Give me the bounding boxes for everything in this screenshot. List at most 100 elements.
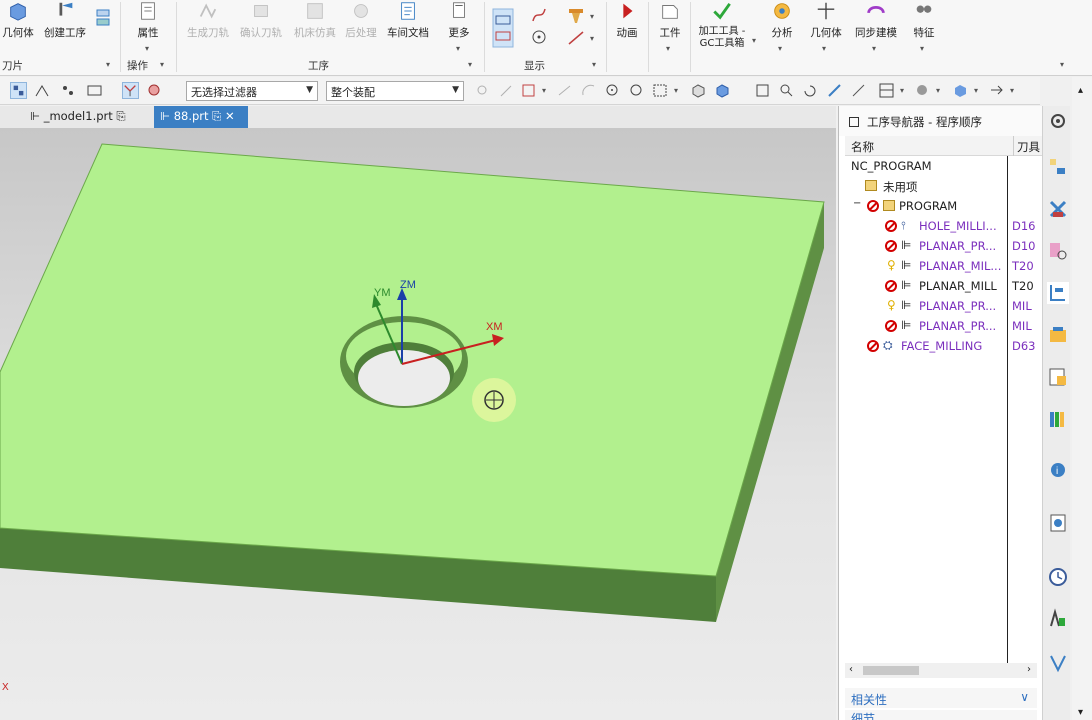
machine-tool-view-icon[interactable] <box>1047 198 1069 220</box>
more-dropdown-icon[interactable]: ▾ <box>456 44 460 53</box>
orient-icon[interactable] <box>988 82 1005 99</box>
geometry2-dropdown-icon[interactable]: ▾ <box>822 44 826 53</box>
layout-icon[interactable] <box>878 82 895 99</box>
tool-display-dropdown-icon[interactable]: ▾ <box>590 12 594 21</box>
program-order-view-icon[interactable] <box>1047 156 1069 178</box>
close-icon[interactable]: ✕ <box>225 109 235 123</box>
ribbon-expand-icon[interactable]: ▾ <box>1060 60 1064 69</box>
chevron-left-icon[interactable]: ‹ <box>849 664 853 675</box>
snap-point-icon[interactable] <box>520 82 537 99</box>
column-name-header[interactable]: 名称 <box>851 139 874 155</box>
snap-arc-icon[interactable] <box>580 82 597 99</box>
zoom-icon[interactable] <box>778 82 795 99</box>
scrollbar-thumb[interactable] <box>863 666 919 675</box>
gc-toolbox-dropdown-icon[interactable]: ▾ <box>752 36 756 45</box>
column-tool-header[interactable]: 刀具 <box>1017 139 1043 155</box>
tree-row-op-1[interactable]: ⫯ HOLE_MILLI... D16 <box>845 216 1043 236</box>
graphics-viewport[interactable]: ZM YM XM X <box>0 128 836 720</box>
tree-row-program[interactable]: − PROGRAM <box>845 196 1043 216</box>
display-mode-stack-icon[interactable] <box>492 8 514 48</box>
tab-88[interactable]: ⊩ 88.prt ⎘ ✕ <box>154 106 248 128</box>
group-process-expand-icon[interactable]: ▾ <box>468 60 472 69</box>
snap-icon[interactable] <box>474 82 491 99</box>
select-body-icon[interactable] <box>86 82 103 99</box>
select-feature-icon[interactable] <box>10 82 27 99</box>
fit-view-icon[interactable] <box>754 82 771 99</box>
shop-documentation-button[interactable]: 车间文档 <box>384 0 432 58</box>
generate-toolpath-button[interactable]: 生成刀轨 <box>184 0 232 58</box>
chevron-down-icon[interactable]: ▾ <box>1078 707 1083 718</box>
geometry-button[interactable]: 几何体 <box>0 0 36 58</box>
role-icon[interactable] <box>1047 652 1069 674</box>
snap-center-icon[interactable] <box>604 82 621 99</box>
tree-row-op-4[interactable]: ⊫ PLANAR_MILL T20 <box>845 276 1043 296</box>
history-clock-icon[interactable] <box>1047 566 1069 588</box>
group-insert-expand-icon[interactable]: ▾ <box>106 60 110 69</box>
view-cube-icon[interactable] <box>690 82 707 99</box>
vertical-scrollbar[interactable]: ▴ ▾ <box>1072 77 1092 720</box>
tree-row-op-7[interactable]: ⛭ FACE_MILLING D63 <box>845 336 1043 356</box>
details-panel-header[interactable]: 细节 <box>845 710 1037 720</box>
snap-dropdown-icon[interactable]: ▾ <box>542 86 546 95</box>
line-dropdown-icon[interactable]: ▾ <box>590 34 594 43</box>
machining-method-icon[interactable] <box>1047 324 1069 346</box>
render-style-icon[interactable] <box>914 82 931 99</box>
operation-navigator-tab-icon[interactable] <box>1047 282 1069 304</box>
machine-simulation-button[interactable]: 机床仿真 <box>290 0 340 58</box>
snap-quadrant-icon[interactable] <box>628 82 645 99</box>
gc-toolbox-button[interactable]: 加工工具 - GC工具箱 <box>694 0 750 58</box>
layout-dropdown-icon[interactable]: ▾ <box>900 86 904 95</box>
box-select-icon[interactable] <box>652 82 669 99</box>
workpiece-dropdown-icon[interactable]: ▾ <box>666 44 670 53</box>
scope-filter-select[interactable]: 整个装配 ▼ <box>326 81 464 101</box>
postprocess-button[interactable]: 后处理 <box>342 0 380 58</box>
assembly-navigator-icon[interactable] <box>1047 366 1069 388</box>
tree-row-op-6[interactable]: ⊫ PLANAR_PR... MIL <box>845 316 1043 336</box>
part-model[interactable]: ZM YM XM X <box>0 128 836 720</box>
checkbox-icon[interactable] <box>849 117 859 127</box>
path-curve-icon[interactable] <box>530 6 548 24</box>
tab-model1[interactable]: ⊩ _model1.prt ⎘ <box>24 106 132 128</box>
background-dropdown-icon[interactable]: ▾ <box>974 86 978 95</box>
snap-mid-icon[interactable] <box>556 82 573 99</box>
filter-toggle-icon[interactable] <box>122 82 139 99</box>
gear-icon[interactable] <box>1047 110 1069 132</box>
orient-dropdown-icon[interactable]: ▾ <box>1010 86 1014 95</box>
chevron-up-icon[interactable]: ▴ <box>1078 85 1083 96</box>
box-select-dropdown-icon[interactable]: ▾ <box>674 86 678 95</box>
group-operation-expand-icon[interactable]: ▾ <box>160 60 164 69</box>
analysis-dropdown-icon[interactable]: ▾ <box>778 44 782 53</box>
horizontal-scrollbar[interactable]: ‹ › <box>845 663 1037 678</box>
tree-row-unused[interactable]: 未用项 <box>845 176 1043 196</box>
attributes-dropdown-icon[interactable]: ▾ <box>145 44 149 53</box>
tree-row-op-3[interactable]: ♀ ⊫ PLANAR_MIL... T20 <box>845 256 1043 276</box>
group-display-expand-icon[interactable]: ▾ <box>592 60 596 69</box>
rotate-icon[interactable] <box>802 82 819 99</box>
chevron-right-icon[interactable]: › <box>1027 664 1031 675</box>
related-panel-header[interactable]: 相关性 ∨ <box>845 688 1037 708</box>
perspective-icon[interactable] <box>850 82 867 99</box>
shaded-icon[interactable] <box>714 82 731 99</box>
type-filter-select[interactable]: 无选择过滤器 ▼ <box>186 81 318 101</box>
tree-row-op-2[interactable]: ⊫ PLANAR_PR... D10 <box>845 236 1043 256</box>
geometry-view-icon[interactable] <box>1047 240 1069 262</box>
background-icon[interactable] <box>952 82 969 99</box>
small-stack-icon[interactable] <box>95 8 111 28</box>
tree-row-nc-program[interactable]: NC_PROGRAM <box>845 156 1043 176</box>
line-icon[interactable] <box>566 30 586 46</box>
palette-icon[interactable] <box>1047 608 1069 630</box>
animation-button[interactable]: 动画 <box>612 0 642 58</box>
tool-holder-icon[interactable] <box>566 6 586 26</box>
select-edge-icon[interactable] <box>34 82 51 99</box>
target-icon[interactable] <box>530 28 548 46</box>
library-books-icon[interactable] <box>1047 408 1069 430</box>
create-operation-button[interactable]: 创建工序 <box>40 0 90 58</box>
select-point-icon[interactable] <box>60 82 77 99</box>
render-style-dropdown-icon[interactable]: ▾ <box>936 86 940 95</box>
verify-toolpath-button[interactable]: 确认刀轨 <box>236 0 286 58</box>
filter-options-icon[interactable] <box>146 82 163 99</box>
synchronous-modeling-dropdown-icon[interactable]: ▾ <box>872 44 876 53</box>
feature-dropdown-icon[interactable]: ▾ <box>920 44 924 53</box>
collapse-toggle-icon[interactable]: − <box>853 198 861 209</box>
tree-row-op-5[interactable]: ♀ ⊫ PLANAR_PR... MIL <box>845 296 1043 316</box>
